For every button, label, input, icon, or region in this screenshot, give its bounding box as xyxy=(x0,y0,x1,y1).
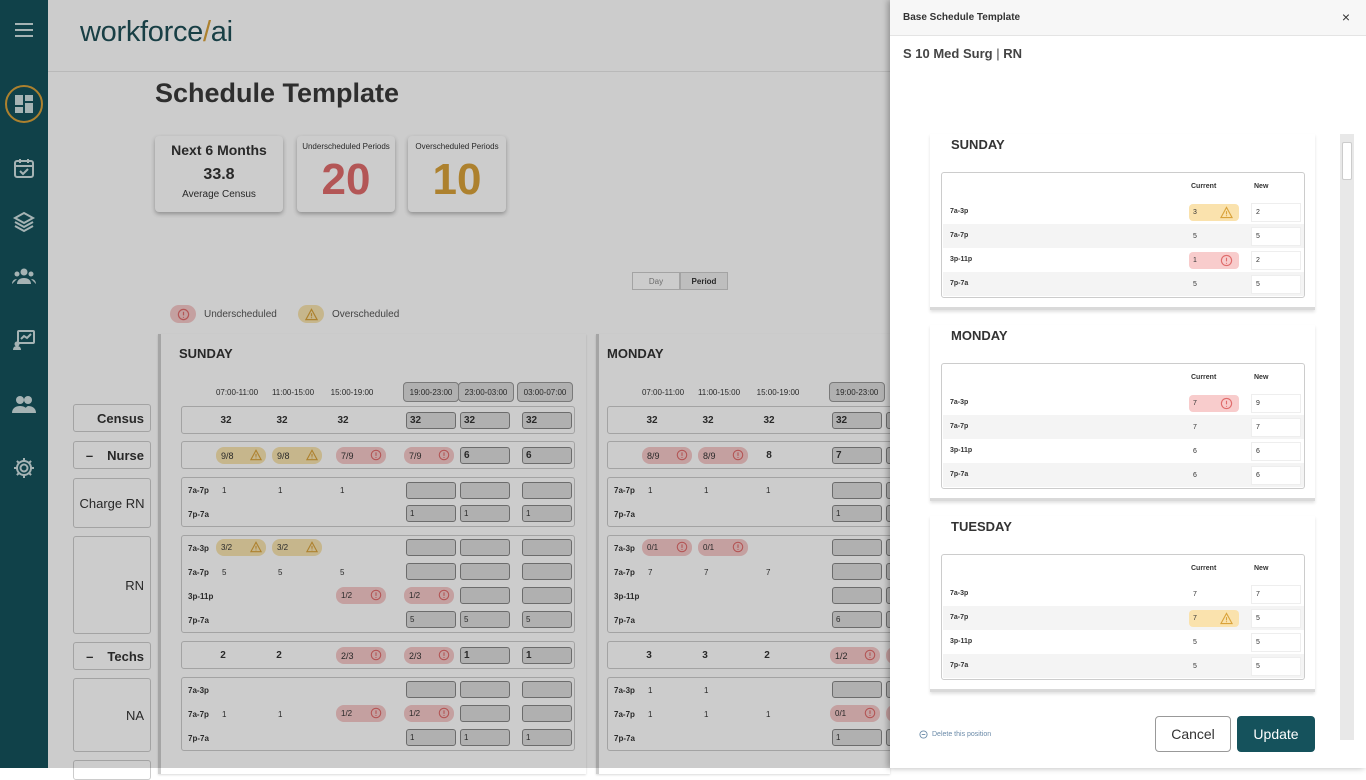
new-count-input[interactable]: 5 xyxy=(1251,657,1301,676)
new-count-input[interactable]: 5 xyxy=(1251,633,1301,652)
shift-row: 3p-11p 1 2 xyxy=(943,248,1304,272)
scrollbar-track[interactable] xyxy=(1340,134,1354,740)
alert-icon xyxy=(1220,254,1233,267)
shift-row: 3p-11p 6 6 xyxy=(943,439,1304,463)
shift-row: 7a-3p 7 9 xyxy=(943,391,1304,415)
new-count-input[interactable]: 6 xyxy=(1251,466,1301,485)
drawer-header: Base Schedule Template × xyxy=(890,0,1366,36)
shift-row: 7p-7a 6 6 xyxy=(943,463,1304,487)
overscheduled-chip: 7 xyxy=(1189,610,1239,627)
shift-table: Current New 7a-3p 7 7 7a-7p 7 5 3p-11p 5… xyxy=(941,554,1305,680)
drawer-title: Base Schedule Template xyxy=(903,12,1021,23)
new-count-input[interactable]: 2 xyxy=(1251,203,1301,222)
modal-backdrop[interactable] xyxy=(0,0,890,768)
new-count-input[interactable]: 7 xyxy=(1251,585,1301,604)
overscheduled-chip: 3 xyxy=(1189,204,1239,221)
day-section-tuesday: TUESDAY Current New 7a-3p 7 7 7a-7p 7 5 … xyxy=(930,516,1315,692)
delete-position-link[interactable]: Delete this position xyxy=(919,730,991,739)
shift-row: 7a-3p 3 2 xyxy=(943,200,1304,224)
position-subtitle: S 10 Med Surg | RN xyxy=(903,46,1022,61)
underscheduled-chip: 7 xyxy=(1189,395,1239,412)
cancel-button[interactable]: Cancel xyxy=(1155,716,1231,752)
update-button[interactable]: Update xyxy=(1237,716,1315,752)
warning-icon xyxy=(1220,612,1233,625)
scrollbar-thumb[interactable] xyxy=(1342,142,1352,180)
shift-row: 7a-7p 5 5 xyxy=(943,224,1304,248)
shift-row: 7a-7p 7 7 xyxy=(943,415,1304,439)
new-count-input[interactable]: 7 xyxy=(1251,418,1301,437)
shift-table: Current New 7a-3p 3 2 7a-7p 5 5 3p-11p 1… xyxy=(941,172,1305,298)
new-count-input[interactable]: 9 xyxy=(1251,394,1301,413)
alert-icon xyxy=(1220,397,1233,410)
shift-row: 7p-7a 5 5 xyxy=(943,272,1304,296)
new-count-input[interactable]: 6 xyxy=(1251,442,1301,461)
shift-row: 3p-11p 5 5 xyxy=(943,630,1304,654)
shift-row: 7a-3p 7 7 xyxy=(943,582,1304,606)
new-count-input[interactable]: 5 xyxy=(1251,275,1301,294)
shift-row: 7a-7p 7 5 xyxy=(943,606,1304,630)
shift-row: 7p-7a 5 5 xyxy=(943,654,1304,678)
new-count-input[interactable]: 5 xyxy=(1251,609,1301,628)
remove-icon xyxy=(919,730,928,739)
new-count-input[interactable]: 2 xyxy=(1251,251,1301,270)
close-icon[interactable]: × xyxy=(1342,9,1350,25)
new-count-input[interactable]: 5 xyxy=(1251,227,1301,246)
day-section-sunday: SUNDAY Current New 7a-3p 3 2 7a-7p 5 5 3… xyxy=(930,134,1315,310)
shift-table: Current New 7a-3p 7 9 7a-7p 7 7 3p-11p 6… xyxy=(941,363,1305,489)
warning-icon xyxy=(1220,206,1233,219)
day-section-monday: MONDAY Current New 7a-3p 7 9 7a-7p 7 7 3… xyxy=(930,325,1315,501)
base-schedule-template-drawer: Base Schedule Template × S 10 Med Surg |… xyxy=(890,0,1366,768)
underscheduled-chip: 1 xyxy=(1189,252,1239,269)
